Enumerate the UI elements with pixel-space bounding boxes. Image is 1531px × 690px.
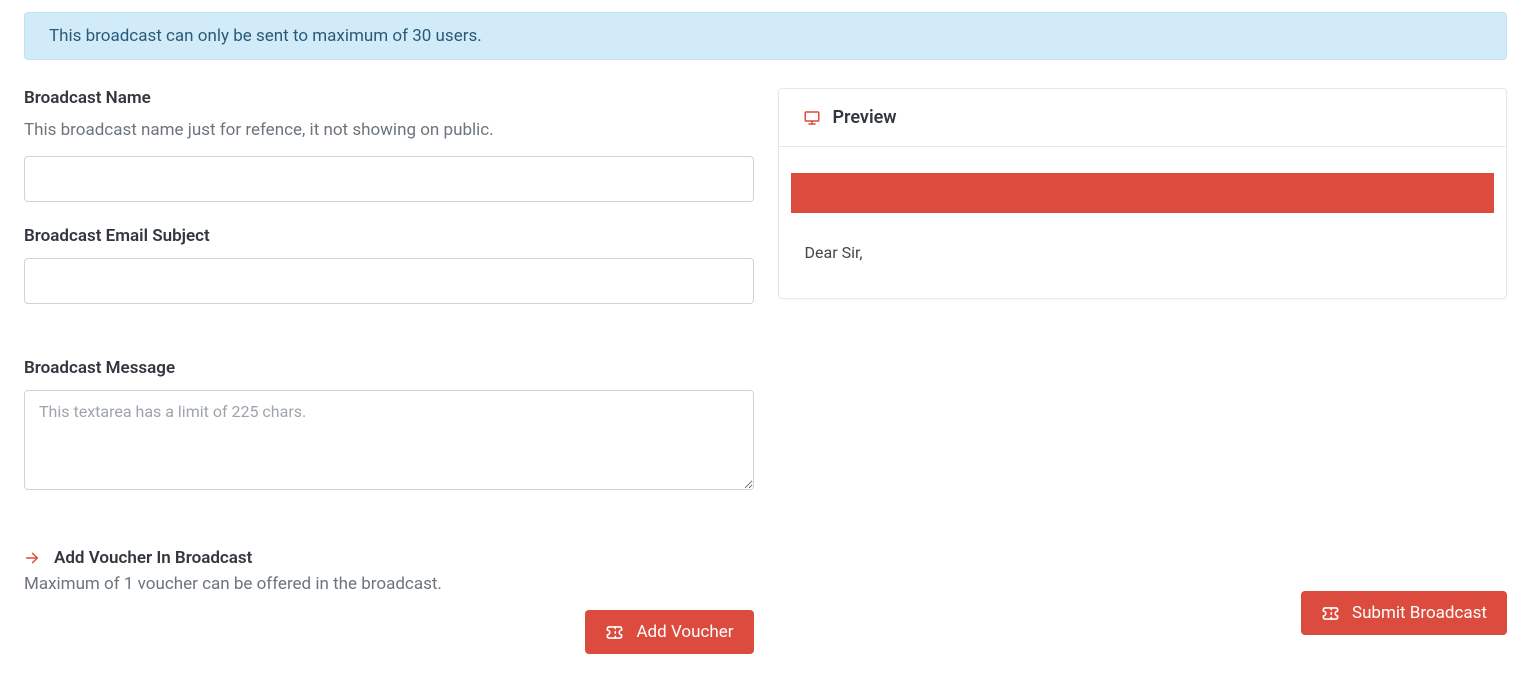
preview-card: Preview Dear Sir, [778,88,1508,299]
info-alert-text: This broadcast can only be sent to maxim… [49,26,482,46]
add-voucher-button-label: Add Voucher [636,622,733,642]
add-voucher-label: Add Voucher In Broadcast [54,548,252,568]
ticket-icon [605,623,624,642]
add-voucher-button[interactable]: Add Voucher [585,610,753,654]
info-alert: This broadcast can only be sent to maxim… [24,12,1507,60]
add-voucher-hint: Maximum of 1 voucher can be offered in t… [24,574,754,594]
broadcast-subject-input[interactable] [24,258,754,304]
submit-broadcast-button[interactable]: Submit Broadcast [1301,591,1507,635]
broadcast-name-input[interactable] [24,156,754,202]
preview-banner [791,173,1495,213]
broadcast-message-label: Broadcast Message [24,358,754,378]
broadcast-subject-label: Broadcast Email Subject [24,226,754,246]
broadcast-message-textarea[interactable] [24,390,754,490]
presentation-icon [803,109,821,127]
ticket-icon [1321,604,1340,623]
preview-title: Preview [833,107,897,128]
broadcast-name-hint: This broadcast name just for refence, it… [24,120,754,140]
submit-broadcast-button-label: Submit Broadcast [1352,603,1487,623]
broadcast-name-label: Broadcast Name [24,88,754,108]
preview-greeting: Dear Sir, [791,243,1495,262]
arrow-right-icon [24,550,40,566]
